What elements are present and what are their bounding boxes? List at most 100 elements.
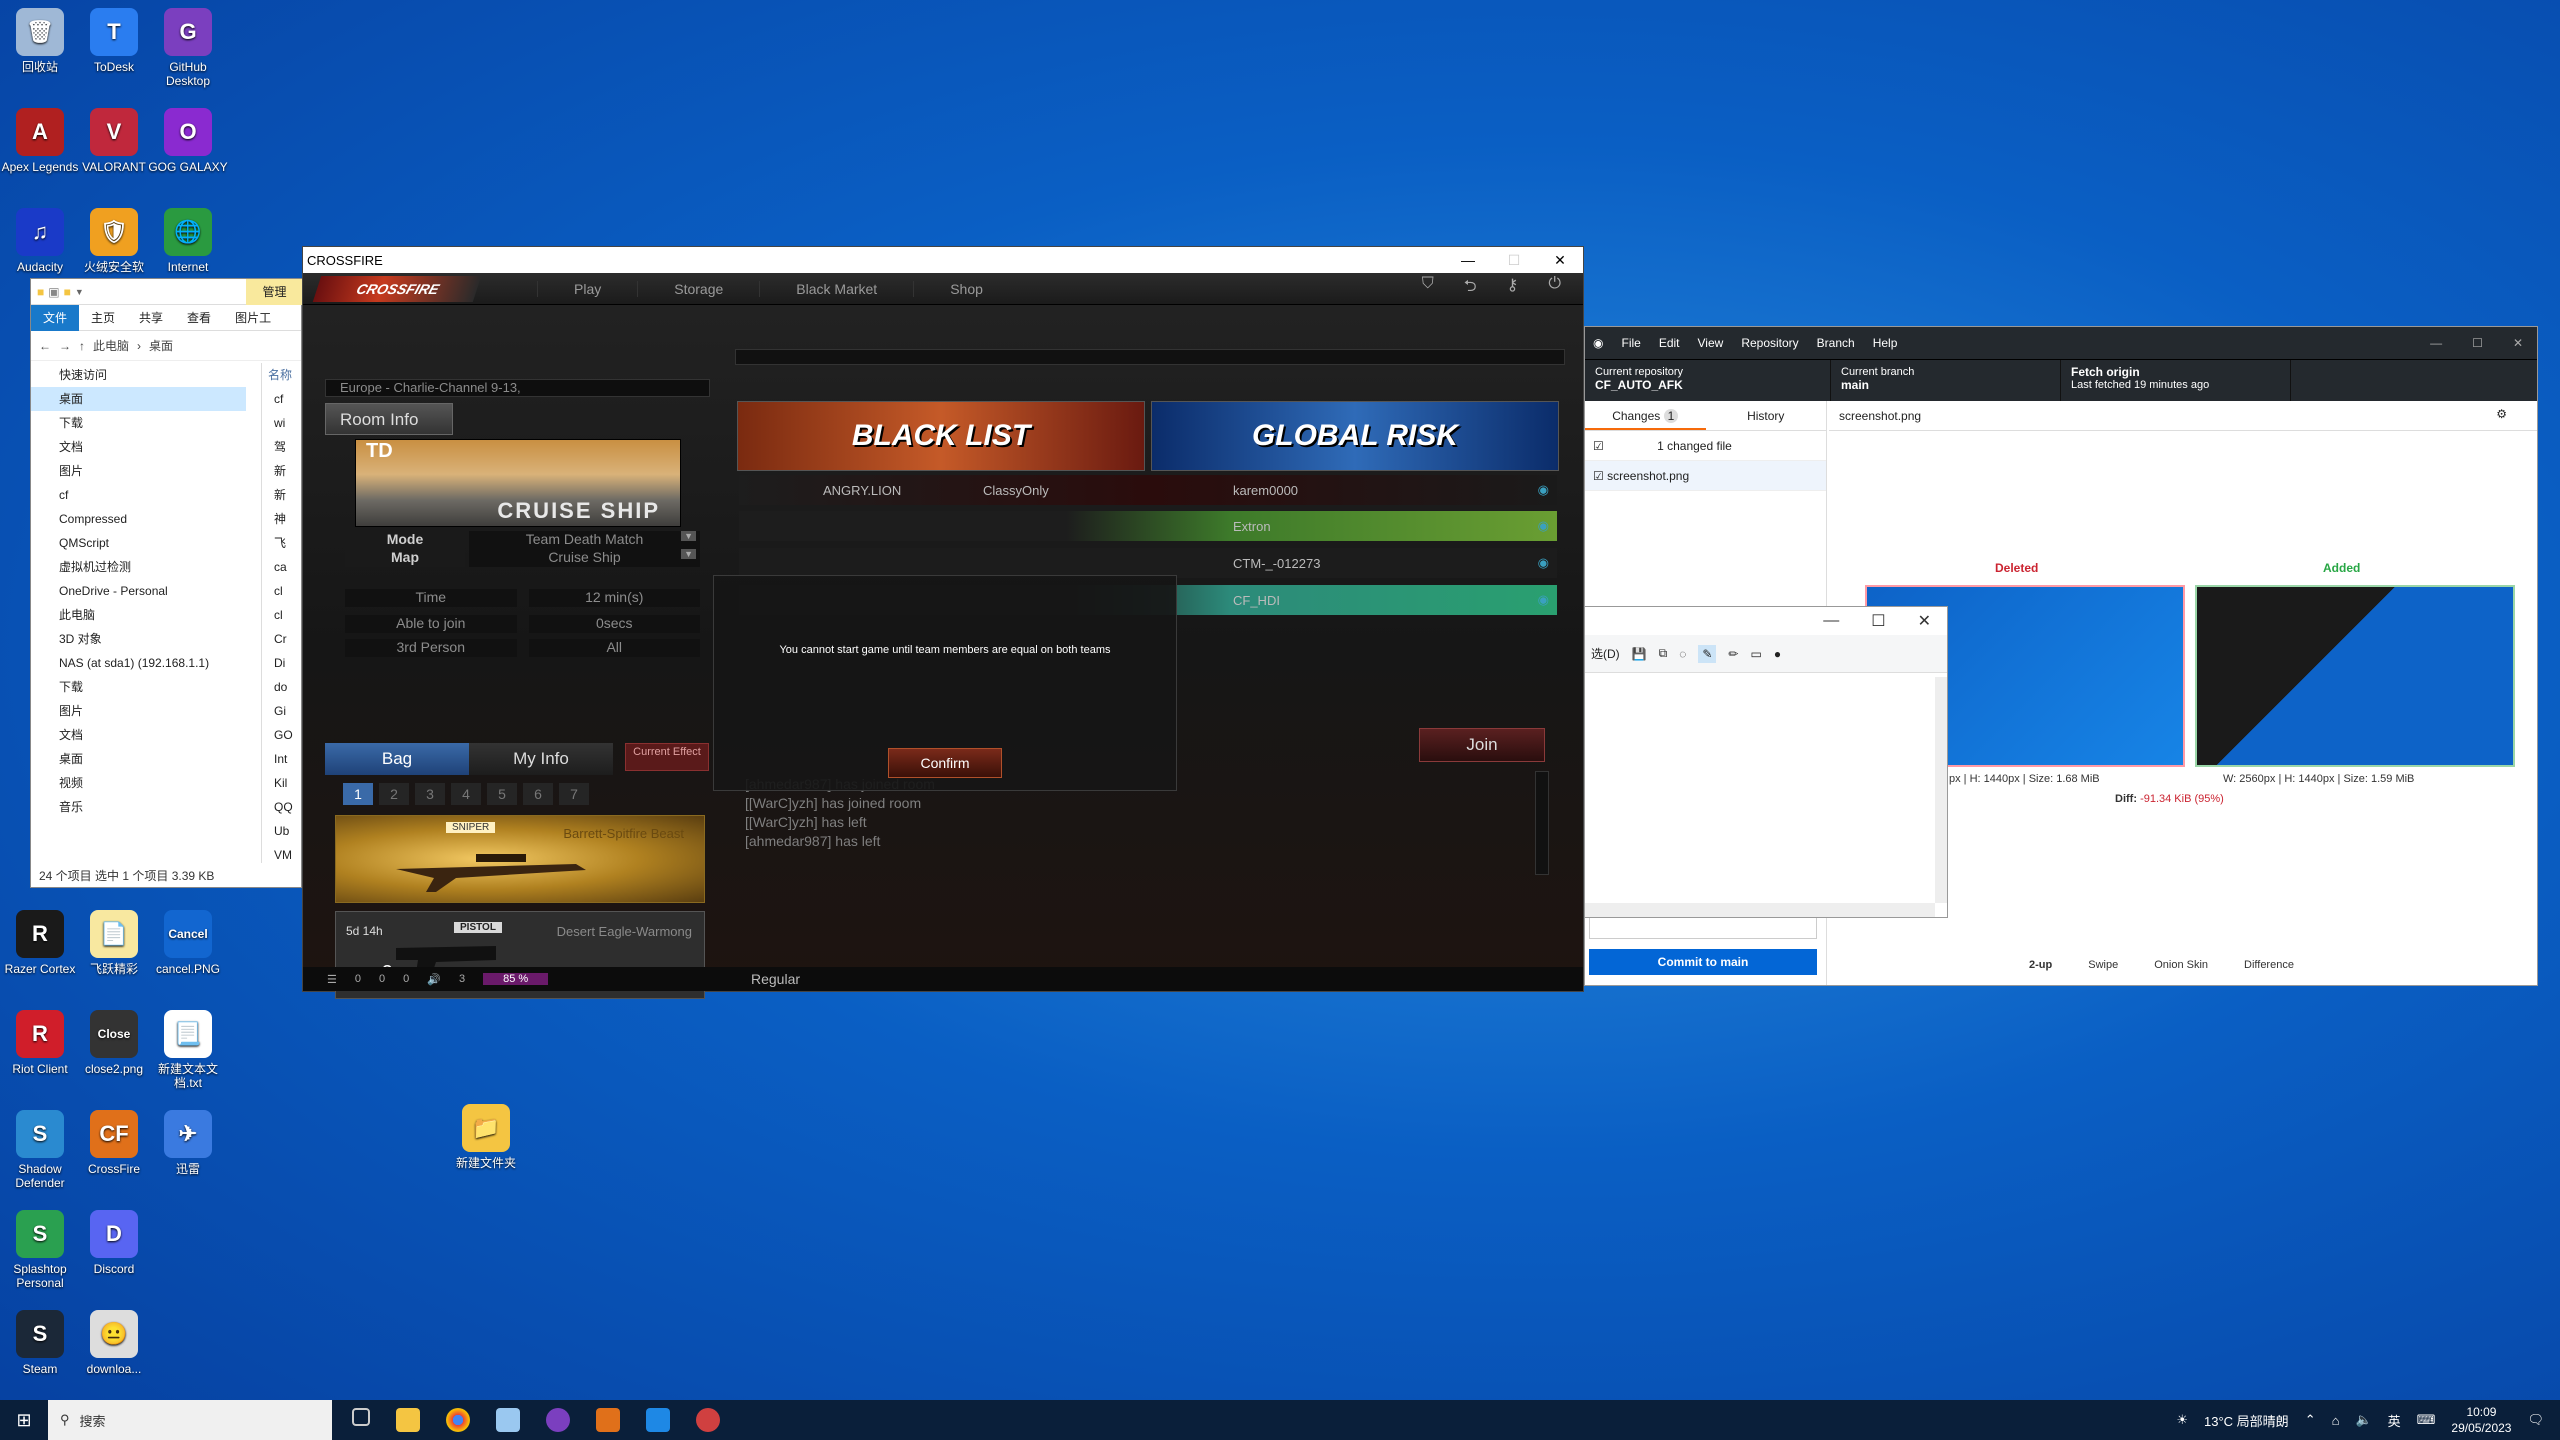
paint-canvas[interactable] (1585, 677, 1935, 903)
file-list-item[interactable]: cl (268, 579, 301, 603)
bag-page-2[interactable]: 2 (379, 783, 409, 805)
file-list-item[interactable]: 飞 (268, 531, 301, 555)
file-list-item[interactable]: QQ (268, 795, 301, 819)
new-folder-icon[interactable]: ■ (64, 285, 71, 299)
file-list-item[interactable]: ca (268, 555, 301, 579)
horizontal-scrollbar[interactable] (1585, 903, 1935, 917)
windows-start-icon[interactable]: ⊞ (0, 1410, 48, 1431)
join-button[interactable]: Join (1419, 728, 1545, 762)
room-info-button[interactable]: Room Info (325, 403, 453, 435)
file-list-item[interactable]: cl (268, 603, 301, 627)
desktop-icon-download[interactable]: 😐 downloa... (74, 1310, 154, 1376)
diff-mode-swipe[interactable]: Swipe (2088, 959, 2118, 971)
tab-my-info[interactable]: My Info (469, 743, 613, 775)
color-eraser-icon[interactable]: ▭ (1750, 647, 1761, 661)
save-icon[interactable]: 💾 (1632, 647, 1647, 661)
column-header-name[interactable]: 名称 (262, 363, 301, 387)
desktop-icon-closepng[interactable]: Close close2.png (74, 1010, 154, 1076)
nav-item[interactable]: 视频 (31, 771, 246, 795)
tab-history[interactable]: History (1706, 401, 1827, 430)
view-select[interactable]: All (528, 639, 700, 657)
menu-help[interactable]: Help (1873, 336, 1898, 350)
ribbon-tab-manage[interactable]: 管理 (246, 279, 303, 305)
menu-file[interactable]: File (1621, 336, 1640, 350)
menu-storage[interactable]: Storage (637, 280, 759, 297)
chat-mode[interactable]: Regular (751, 971, 800, 987)
nav-item[interactable]: 图片 (31, 699, 246, 723)
file-list-item[interactable]: GO (268, 723, 301, 747)
forward-arrow-icon[interactable]: → (59, 339, 71, 353)
time-select[interactable]: 12 min(s) (528, 589, 700, 607)
minimize-icon[interactable]: — (2430, 336, 2442, 350)
nav-item[interactable]: 桌面 (31, 747, 246, 771)
tab-bag[interactable]: Bag (325, 743, 469, 775)
maximize-icon[interactable]: ☐ (1491, 252, 1537, 269)
desktop-icon-xunlei[interactable]: ✈ 迅雷 (148, 1110, 228, 1176)
volume-icon[interactable]: 🔊 (427, 973, 441, 986)
minimize-icon[interactable]: — (1445, 252, 1491, 269)
desktop-icon-splashtop[interactable]: S Splashtop Personal (0, 1210, 80, 1290)
snipping-icon[interactable] (696, 1408, 720, 1432)
exit-room-icon[interactable]: ⮌ (1464, 275, 1477, 302)
player-row[interactable]: ANGRY.LION ClassyOnly karem0000 ◉ (739, 475, 1557, 505)
up-arrow-icon[interactable]: ↑ (79, 339, 85, 353)
banner-global-risk[interactable]: GLOBAL RISK (1151, 401, 1559, 471)
gear-icon[interactable]: ⚙ (2496, 407, 2507, 421)
desktop-icon-gog[interactable]: O GOG GALAXY (148, 108, 228, 174)
file-list-item[interactable]: Int (268, 747, 301, 771)
able-to-join-select[interactable]: 0secs (528, 615, 700, 633)
nav-item[interactable]: 音乐 (31, 795, 246, 819)
file-list-item[interactable]: 新 (268, 459, 301, 483)
breadcrumb-this-pc[interactable]: 此电脑 (93, 337, 129, 354)
diff-mode-onion-skin[interactable]: Onion Skin (2154, 959, 2208, 971)
ribbon-tab-share[interactable]: 共享 (127, 309, 175, 326)
desktop-icon-valorant[interactable]: V VALORANT (74, 108, 154, 174)
current-effect-button[interactable]: Current Effect (625, 743, 709, 771)
shield-icon[interactable]: ⛉ (1422, 275, 1434, 302)
ribbon-tab-home[interactable]: 主页 (79, 309, 127, 326)
desktop-icon-apex[interactable]: A Apex Legends (0, 108, 80, 174)
clock[interactable]: 10:09 29/05/2023 (2451, 1404, 2511, 1436)
desktop-icon-cancelpng[interactable]: Cancel cancel.PNG (148, 910, 228, 976)
weapon-slot-primary[interactable]: SNIPER Barrett-Spitfire Beast (335, 815, 705, 903)
ribbon-tab-picture-tools[interactable]: 图片工 (223, 309, 283, 326)
desktop-icon-riot[interactable]: R Riot Client (0, 1010, 80, 1076)
menu-edit[interactable]: Edit (1659, 336, 1680, 350)
notification-icon[interactable]: 🗨 (2527, 1412, 2544, 1428)
keyboard-icon[interactable]: ⌨ (2417, 1412, 2436, 1428)
close-icon[interactable]: ✕ (1918, 611, 1931, 631)
pen-icon[interactable]: ✎ (1698, 644, 1717, 663)
file-list-item[interactable]: cf (268, 387, 301, 411)
menu-repository[interactable]: Repository (1741, 336, 1798, 350)
back-arrow-icon[interactable]: ← (39, 339, 51, 353)
bag-page-1[interactable]: 1 (343, 783, 373, 805)
menu-branch[interactable]: Branch (1817, 336, 1855, 350)
desktop-icon-audacity[interactable]: ♫ Audacity (0, 208, 80, 274)
desktop-icon-todesk[interactable]: T ToDesk (74, 8, 154, 74)
file-explorer-icon[interactable] (396, 1408, 420, 1432)
file-list-item[interactable]: VM (268, 843, 301, 863)
eye-icon[interactable]: ◉ (1538, 592, 1549, 608)
file-list-item[interactable]: Gi (268, 699, 301, 723)
commit-button[interactable]: Commit to main (1589, 949, 1817, 975)
file-list-item[interactable]: wi (268, 411, 301, 435)
desktop-icon-flyfile[interactable]: 📄 飞跃精彩 (74, 910, 154, 976)
desktop-icon-discord[interactable]: D Discord (74, 1210, 154, 1276)
nav-item[interactable]: 桌面 (31, 387, 246, 411)
desktop-icon-recycle[interactable]: 🗑 回收站 (0, 8, 80, 74)
file-list-item[interactable]: do (268, 675, 301, 699)
desktop-icon-shadow[interactable]: S Shadow Defender (0, 1110, 80, 1190)
nav-item[interactable]: 图片 (31, 459, 246, 483)
fetch-origin-button[interactable]: Fetch origin Last fetched 19 minutes ago (2061, 360, 2291, 401)
desktop-icon-huorong[interactable]: 🛡 火绒安全软 (74, 208, 154, 274)
vscode-icon[interactable] (646, 1408, 670, 1432)
desktop-icon-steam[interactable]: S Steam (0, 1310, 80, 1376)
file-list-item[interactable]: Cr (268, 627, 301, 651)
changed-file-row[interactable]: ☑ screenshot.png (1585, 461, 1826, 491)
eraser-icon[interactable]: ◌ (1679, 647, 1686, 661)
ime-indicator[interactable]: 英 (2388, 1411, 2401, 1430)
ribbon-tab-file[interactable]: 文件 (31, 304, 80, 331)
file-list-item[interactable]: 新 (268, 483, 301, 507)
eye-icon[interactable]: ◉ (1538, 518, 1549, 534)
close-icon[interactable]: ✕ (2513, 336, 2523, 350)
